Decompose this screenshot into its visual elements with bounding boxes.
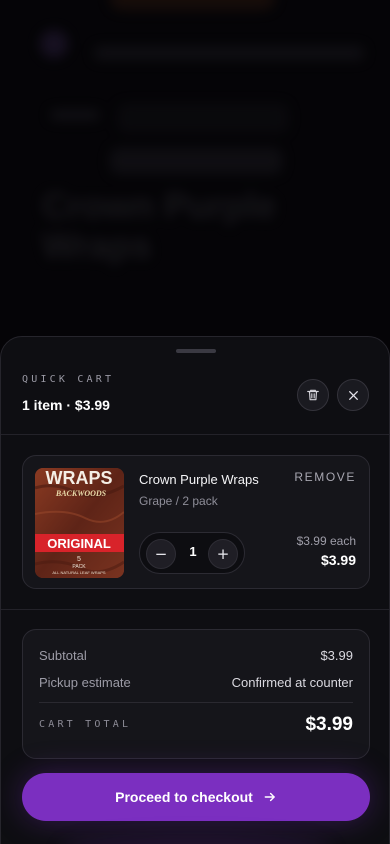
bottom-glow: [61, 837, 331, 844]
line-total: $3.99: [320, 552, 356, 568]
header-divider: [1, 434, 389, 435]
totals-divider: [39, 702, 353, 703]
close-button[interactable]: [337, 379, 369, 411]
checkout-button[interactable]: Proceed to checkout: [22, 773, 370, 821]
cart-summary: 1 item · $3.99: [22, 397, 110, 413]
pickup-label: Pickup estimate: [39, 675, 131, 690]
subtotal-label: Subtotal: [39, 648, 87, 663]
minus-icon: −: [154, 545, 168, 563]
unit-price: $3.99 each: [296, 534, 356, 548]
decrease-quantity-button[interactable]: −: [146, 539, 176, 569]
items-divider: [1, 609, 389, 610]
trash-icon: [307, 389, 319, 401]
item-variant: Grape / 2 pack: [139, 494, 218, 508]
cart-total-value: $3.99: [305, 714, 353, 735]
quantity-stepper: − 1 +: [139, 532, 245, 574]
thumb-sub-brand: BACKWOODS: [55, 489, 107, 498]
close-icon: [348, 390, 358, 400]
thumb-brand: WRAPS: [46, 468, 113, 488]
remove-item-button[interactable]: REMOVE: [294, 470, 356, 484]
checkout-label: Proceed to checkout: [115, 789, 253, 805]
cart-total-label: CART TOTAL: [39, 719, 132, 730]
thumb-tagline: ALL NATURAL LEAF WRAPS: [52, 570, 106, 575]
arrow-right-icon: [264, 792, 275, 802]
cart-eyebrow: QUICK CART: [22, 374, 115, 385]
plus-icon: +: [216, 545, 230, 563]
increase-quantity-button[interactable]: +: [208, 539, 238, 569]
totals-card: Subtotal $3.99 Pickup estimate Confirmed…: [22, 629, 370, 759]
cart-item: WRAPS BACKWOODS ORIGINAL 5 PACK ALL NATU…: [22, 455, 370, 589]
item-name: Crown Purple Wraps: [139, 472, 259, 487]
thumb-flavor: ORIGINAL: [47, 536, 111, 551]
clear-cart-button[interactable]: [297, 379, 329, 411]
product-thumbnail: WRAPS BACKWOODS ORIGINAL 5 PACK ALL NATU…: [35, 468, 124, 578]
quick-cart-sheet: QUICK CART 1 item · $3.99 WRAPS BACKWOOD…: [0, 336, 390, 844]
subtotal-value: $3.99: [320, 648, 353, 663]
quantity-value: 1: [189, 544, 197, 559]
product-image: WRAPS BACKWOODS ORIGINAL 5 PACK ALL NATU…: [35, 468, 124, 578]
pickup-value: Confirmed at counter: [231, 675, 353, 690]
sheet-drag-handle[interactable]: [176, 349, 216, 353]
thumb-count: 5: [77, 556, 81, 563]
